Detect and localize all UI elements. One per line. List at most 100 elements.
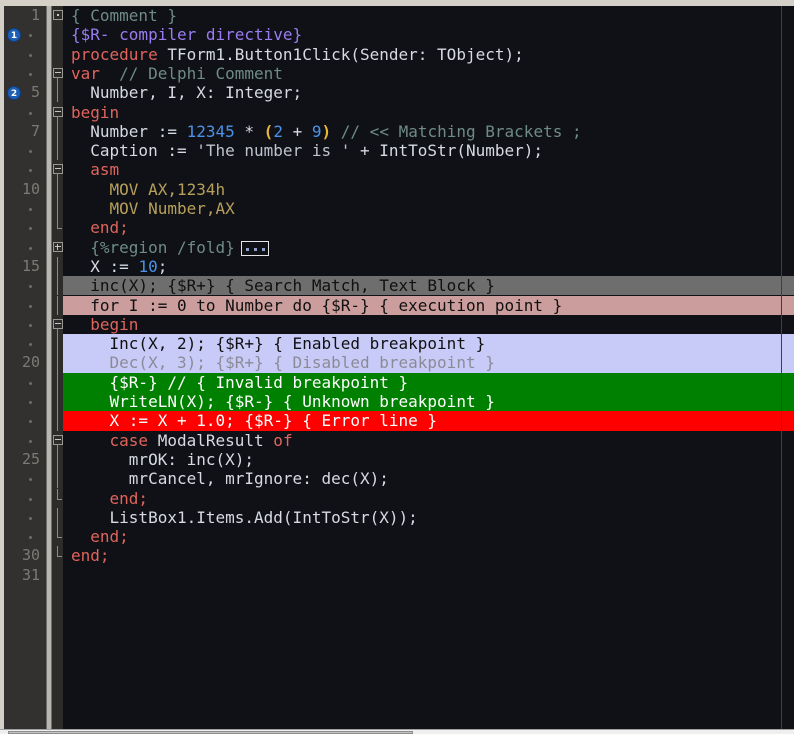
- code-line[interactable]: Number, I, X: Integer;: [63, 83, 794, 102]
- gutter-row[interactable]: 31: [4, 566, 46, 585]
- fold-column-row[interactable]: [52, 546, 63, 565]
- code-line[interactable]: Number := 12345 * (2 + 9) // << Matching…: [63, 122, 794, 141]
- code-line[interactable]: begin: [63, 103, 794, 122]
- fold-column-row[interactable]: [52, 199, 63, 219]
- fold-column-row[interactable]: [52, 45, 63, 64]
- code-line[interactable]: {$R-} // { Invalid breakpoint }: [63, 372, 794, 392]
- code-line[interactable]: mrOK: inc(X);: [63, 450, 794, 469]
- gutter-row[interactable]: [4, 296, 46, 315]
- gutter-row[interactable]: 52: [4, 83, 46, 102]
- horizontal-scrollbar[interactable]: [0, 729, 794, 734]
- fold-column-row[interactable]: [52, 295, 63, 315]
- code-line[interactable]: {$R- compiler directive}: [63, 25, 794, 44]
- code-line[interactable]: Inc(X, 2); {$R+} { Enabled breakpoint }: [63, 334, 794, 354]
- fold-column-row[interactable]: [52, 469, 63, 489]
- gutter-row[interactable]: 25: [4, 450, 46, 469]
- fold-column-row[interactable]: [52, 411, 63, 431]
- code-line[interactable]: for I := 0 to Number do {$R-} { executio…: [63, 295, 794, 315]
- editor-surface[interactable]: 1 1 5 2 7 10 15 20 25 30 31 { Comment } {$R- compil…: [4, 6, 794, 729]
- code-editor[interactable]: 1 1 5 2 7 10 15 20 25 30 31 { Comment } {$R- compil…: [0, 0, 794, 734]
- gutter-row[interactable]: 1: [4, 25, 46, 44]
- gutter-row[interactable]: [4, 199, 46, 218]
- gutter-row[interactable]: [4, 160, 46, 179]
- fold-column-row[interactable]: [52, 256, 63, 277]
- gutter-row[interactable]: [4, 218, 46, 237]
- gutter-row[interactable]: [4, 64, 46, 83]
- gutter-row[interactable]: 1: [4, 6, 46, 25]
- code-line[interactable]: Caption := 'The number is ' + IntToStr(N…: [63, 141, 794, 160]
- fold-column-row[interactable]: [52, 488, 63, 508]
- gutter-row[interactable]: [4, 411, 46, 430]
- fold-column-row[interactable]: [52, 6, 63, 25]
- code-line[interactable]: end;: [63, 527, 794, 546]
- code-line[interactable]: { Comment }: [63, 6, 794, 25]
- code-line[interactable]: X := X + 1.0; {$R-} { Error line }: [63, 411, 794, 431]
- gutter-row[interactable]: 7: [4, 122, 46, 141]
- fold-column-row[interactable]: [52, 276, 63, 296]
- gutter-row[interactable]: 20: [4, 353, 46, 372]
- fold-collapse-button-icon[interactable]: [53, 106, 63, 117]
- fold-column-row[interactable]: [52, 121, 63, 142]
- fold-column-row[interactable]: [52, 372, 63, 392]
- gutter-row[interactable]: [4, 527, 46, 546]
- fold-column-row[interactable]: [52, 334, 63, 354]
- fold-column-row[interactable]: [52, 431, 63, 451]
- fold-column-row[interactable]: [52, 83, 63, 103]
- fold-column-row[interactable]: [52, 392, 63, 412]
- gutter-row[interactable]: [4, 469, 46, 488]
- code-folding-column[interactable]: [52, 6, 63, 729]
- code-line[interactable]: procedure TForm1.Button1Click(Sender: TO…: [63, 45, 794, 64]
- code-line[interactable]: [63, 566, 794, 585]
- code-line[interactable]: X := 10;: [63, 257, 794, 276]
- gutter-row[interactable]: [4, 489, 46, 508]
- fold-collapse-button-icon[interactable]: [53, 67, 63, 78]
- code-line[interactable]: inc(X); {$R+} { Search Match, Text Block…: [63, 276, 794, 296]
- fold-column-row[interactable]: [52, 160, 63, 181]
- code-line[interactable]: WriteLN(X); {$R-} { Unknown breakpoint }: [63, 392, 794, 412]
- code-line[interactable]: case ModalResult of: [63, 431, 794, 450]
- gutter-row[interactable]: [4, 103, 46, 122]
- line-number-gutter[interactable]: 1 1 5 2 7 10 15 20 25 30 31: [4, 6, 46, 729]
- fold-column-row[interactable]: [52, 218, 63, 237]
- code-line[interactable]: var // Delphi Comment: [63, 64, 794, 83]
- code-line[interactable]: Dec(X, 3); {$R+} { Disabled breakpoint }: [63, 353, 794, 373]
- code-text-area[interactable]: { Comment } {$R- compiler directive} proce…: [63, 6, 794, 729]
- code-line[interactable]: MOV Number,AX: [63, 199, 794, 218]
- fold-column-row[interactable]: [52, 238, 63, 257]
- fold-column-row[interactable]: [52, 353, 63, 373]
- gutter-row[interactable]: 10: [4, 180, 46, 199]
- code-line[interactable]: end;: [63, 489, 794, 508]
- bookmark-badge[interactable]: 1: [7, 28, 21, 43]
- code-line[interactable]: {%region /fold}: [63, 238, 794, 257]
- fold-column-row[interactable]: [52, 64, 63, 84]
- gutter-row[interactable]: [4, 45, 46, 64]
- gutter-row[interactable]: 15: [4, 257, 46, 276]
- gutter-row[interactable]: [4, 508, 46, 527]
- fold-column-row[interactable]: [52, 103, 63, 123]
- fold-collapse-button-icon[interactable]: [53, 318, 63, 329]
- gutter-row[interactable]: 30: [4, 546, 46, 565]
- gutter-row[interactable]: [4, 431, 46, 450]
- fold-collapse-button-icon[interactable]: [53, 164, 63, 175]
- code-line[interactable]: end;: [63, 546, 794, 565]
- gutter-row[interactable]: [4, 392, 46, 411]
- fold-column-row[interactable]: [52, 141, 63, 161]
- gutter-row[interactable]: [4, 141, 46, 160]
- code-line[interactable]: MOV AX,1234h: [63, 180, 794, 199]
- fold-column-row[interactable]: [52, 507, 63, 528]
- gutter-row[interactable]: [4, 276, 46, 295]
- fold-column-row[interactable]: [52, 527, 63, 546]
- fold-column-row[interactable]: [52, 179, 63, 199]
- fold-column-row[interactable]: [52, 25, 63, 44]
- gutter-row[interactable]: [4, 373, 46, 392]
- gutter-row[interactable]: [4, 315, 46, 334]
- gutter-row[interactable]: [4, 238, 46, 257]
- gutter-row[interactable]: [4, 334, 46, 353]
- code-line[interactable]: begin: [63, 315, 794, 334]
- fold-collapse-button-icon[interactable]: [53, 434, 63, 445]
- collapsed-region-ellipsis-icon[interactable]: [240, 240, 269, 256]
- code-line[interactable]: ListBox1.Items.Add(IntToStr(X));: [63, 508, 794, 527]
- fold-expand-button-icon[interactable]: [53, 241, 63, 252]
- code-line[interactable]: mrCancel, mrIgnore: dec(X);: [63, 469, 794, 488]
- code-line[interactable]: end;: [63, 218, 794, 237]
